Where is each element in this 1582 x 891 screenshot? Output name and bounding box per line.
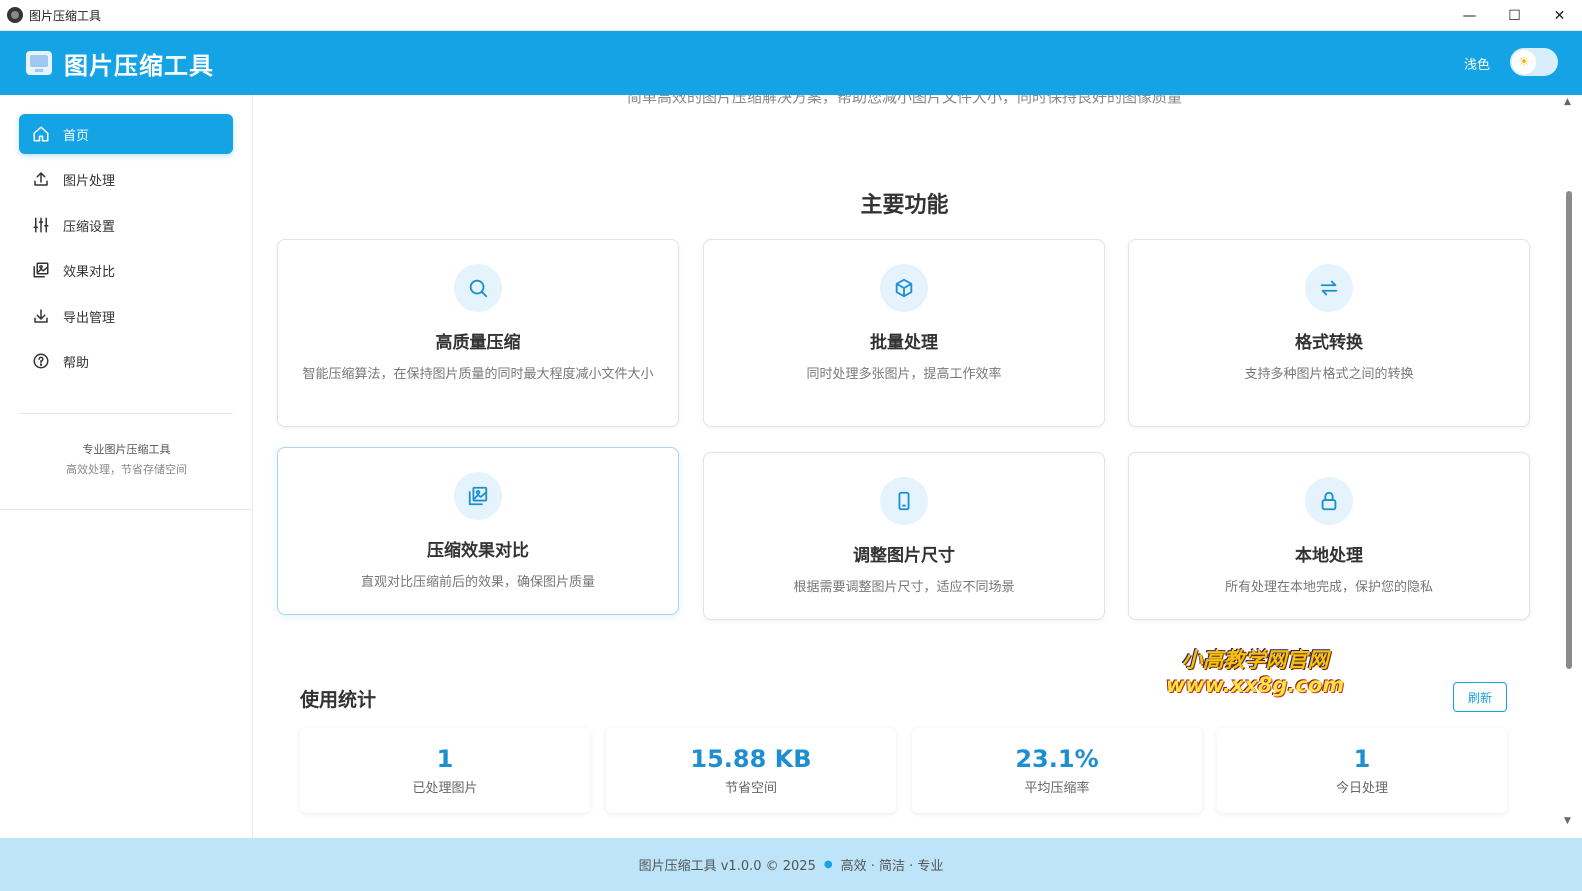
main-content: 简单高效的图片压缩解决方案，帮助您减小图片文件大小，同时保持良好的图像质量 主要… [253,95,1556,838]
feature-title: 批量处理 [870,333,938,353]
feature-card-resize[interactable]: 调整图片尺寸 根据需要调整图片尺寸，适应不同场景 [703,452,1105,620]
theme-toggle[interactable]: ☀ [1510,48,1558,76]
sidebar-bottom-divider [0,509,253,510]
feature-desc: 支持多种图片格式之间的转换 [1244,367,1414,382]
feature-title: 调整图片尺寸 [853,546,955,566]
sidebar: 首页 图片处理 压缩设置 效果对比 导出管理 帮助 专业图片压缩工具 高效处理，… [0,95,253,838]
feature-title: 本地处理 [1295,546,1363,566]
lock-icon [1305,477,1353,525]
feature-desc: 智能压缩算法，在保持图片质量的同时最大程度减小文件大小 [302,367,654,382]
scroll-up-icon[interactable]: ▲ [1564,97,1571,107]
feature-title: 高质量压缩 [435,333,521,353]
sidebar-item-help[interactable]: 帮助 [19,341,233,381]
feature-desc: 同时处理多张图片，提高工作效率 [806,367,1002,382]
window-titlebar: 图片压缩工具 — ☐ ✕ [0,0,1582,31]
sidebar-item-compare[interactable]: 效果对比 [19,250,233,290]
scroll-down-icon[interactable]: ▼ [1564,816,1571,826]
sidebar-item-compression-settings[interactable]: 压缩设置 [19,205,233,245]
window-controls: — ☐ ✕ [1447,0,1582,31]
stat-label: 节省空间 [724,781,777,796]
search-icon [454,264,502,312]
stat-card-today: 1 今日处理 [1217,728,1507,813]
footer: 图片压缩工具 v1.0.0 © 2025 ● 高效 · 简洁 · 专业 [0,838,1582,891]
stats-title: 使用统计 [300,689,377,711]
stat-card-saved: 15.88 KB 节省空间 [606,728,896,813]
feature-card-compare[interactable]: 压缩效果对比 直观对比压缩前后的效果，确保图片质量 [277,447,679,615]
stat-label: 今日处理 [1335,781,1388,796]
window-title: 图片压缩工具 [29,8,102,23]
convert-icon [1305,264,1353,312]
stat-value: 1 [1353,745,1371,773]
feature-card-high-quality[interactable]: 高质量压缩 智能压缩算法，在保持图片质量的同时最大程度减小文件大小 [277,239,679,427]
sidebar-item-label: 效果对比 [63,264,116,280]
feature-desc: 直观对比压缩前后的效果，确保图片质量 [360,575,595,590]
theme-label: 浅色 [1463,58,1490,73]
watermark-line1: 小高教学网官网 [1181,648,1329,672]
sidebar-item-image-processing[interactable]: 图片处理 [19,159,233,199]
sidebar-item-home[interactable]: 首页 [19,114,233,154]
stat-value: 23.1% [1015,745,1099,773]
sidebar-item-label: 导出管理 [63,310,116,326]
footer-dot-icon: ● [823,859,833,870]
sun-icon: ☀ [1512,50,1536,74]
gallery-icon [454,472,502,520]
sidebar-info-title: 专业图片压缩工具 [82,443,171,456]
feature-desc: 根据需要调整图片尺寸，适应不同场景 [793,580,1015,595]
image-compare-icon [31,260,51,280]
download-icon [31,306,51,326]
box-icon [880,264,928,312]
feature-card-format[interactable]: 格式转换 支持多种图片格式之间的转换 [1128,239,1530,427]
feature-title: 压缩效果对比 [427,541,529,561]
sidebar-item-label: 图片处理 [63,173,116,189]
vertical-scrollbar[interactable]: ▲ ▼ [1556,95,1582,838]
mobile-icon [880,477,928,525]
app-header: 图片压缩工具 浅色 ☀ [0,31,1582,95]
feature-desc: 所有处理在本地完成，保护您的隐私 [1224,580,1433,595]
upload-icon [31,169,51,189]
features-title: 主要功能 [860,193,949,218]
sidebar-item-label: 首页 [63,128,90,144]
sidebar-info-subtitle: 高效处理，节省存储空间 [66,463,187,476]
minimize-button[interactable]: — [1447,0,1492,31]
maximize-button[interactable]: ☐ [1492,0,1537,31]
home-icon [31,124,51,144]
feature-title: 格式转换 [1295,333,1363,353]
help-icon [31,351,51,371]
watermark-line2: www.xx8g.com [1165,673,1345,697]
refresh-button[interactable]: 刷新 [1453,682,1507,712]
monitor-logo-icon [26,51,52,75]
footer-tagline: 高效 · 简洁 · 专业 [840,859,944,874]
stat-value: 15.88 KB [690,745,812,773]
feature-card-batch[interactable]: 批量处理 同时处理多张图片，提高工作效率 [703,239,1105,427]
scrollbar-thumb[interactable] [1566,191,1572,669]
stat-card-ratio: 23.1% 平均压缩率 [912,728,1202,813]
app-logo-icon [7,7,23,23]
sliders-icon [31,215,51,235]
sidebar-info: 专业图片压缩工具 高效处理，节省存储空间 [0,440,253,480]
close-button[interactable]: ✕ [1537,0,1582,31]
sidebar-item-label: 压缩设置 [63,219,116,235]
footer-version: 图片压缩工具 v1.0.0 © 2025 [638,859,816,874]
sidebar-item-export[interactable]: 导出管理 [19,296,233,336]
stat-label: 已处理图片 [412,781,478,796]
sidebar-divider [19,413,233,414]
stat-label: 平均压缩率 [1024,781,1090,796]
watermark: 小高教学网官网 www.xx8g.com [1160,648,1350,698]
stat-value: 1 [436,745,454,773]
feature-card-local[interactable]: 本地处理 所有处理在本地完成，保护您的隐私 [1128,452,1530,620]
app-name: 图片压缩工具 [64,51,214,80]
stat-card-processed: 1 已处理图片 [300,728,590,813]
intro-text: 简单高效的图片压缩解决方案，帮助您减小图片文件大小，同时保持良好的图像质量 [626,95,1182,106]
sidebar-item-label: 帮助 [63,355,90,371]
